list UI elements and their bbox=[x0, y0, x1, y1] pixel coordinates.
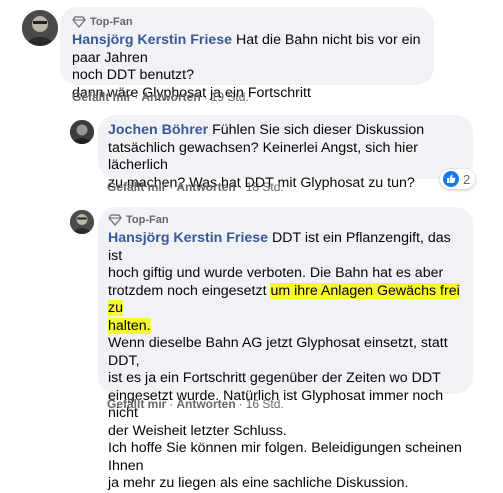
avatar[interactable] bbox=[22, 10, 58, 46]
text-line: der Weisheit letzter Schluss. bbox=[108, 422, 287, 439]
highlighted-text: halten. bbox=[108, 317, 151, 334]
text-line: Ich hoffe Sie können mir folgen. Beleidi… bbox=[108, 440, 462, 474]
text-line: hoch giftig und wurde verboten. Die Bahn… bbox=[108, 265, 444, 281]
avatar[interactable] bbox=[70, 120, 94, 144]
separator: · bbox=[169, 397, 174, 411]
timestamp[interactable]: 16 Std. bbox=[246, 397, 284, 411]
avatar[interactable] bbox=[70, 210, 94, 234]
comment-bubble: Top-Fan Hansjörg Kerstin Friese Hat die … bbox=[60, 7, 434, 101]
text-line: noch DDT benutzt? bbox=[72, 67, 194, 83]
reaction-number: 2 bbox=[463, 171, 471, 187]
timestamp[interactable]: 19 Std. bbox=[211, 90, 249, 104]
top-fan-badge: Top-Fan bbox=[108, 213, 463, 227]
text-line: ist es ja ein Fortschritt gegenüber der … bbox=[108, 370, 441, 386]
comment-actions: Gefällt mir · Antworten · 18 Std. bbox=[107, 180, 284, 194]
text-line: ja mehr zu liegen als eine sachliche Dis… bbox=[108, 475, 409, 491]
separator: · bbox=[203, 90, 208, 104]
diamond-icon bbox=[108, 214, 122, 226]
comment-actions: Gefällt mir · Antworten · 19 Std. bbox=[72, 90, 249, 104]
top-fan-badge: Top-Fan bbox=[72, 15, 422, 29]
reply-link[interactable]: Antworten bbox=[176, 180, 235, 194]
comment-bubble: Jochen Böhrer Fühlen Sie sich dieser Dis… bbox=[98, 115, 473, 191]
like-link[interactable]: Gefällt mir bbox=[72, 90, 131, 104]
text-line: tatsächlich gewachsen? Keinerlei Angst, … bbox=[108, 139, 418, 174]
badge-label: Top-Fan bbox=[90, 16, 133, 28]
text-line: Wenn dieselbe Bahn AG jetzt Glyphosat ei… bbox=[108, 335, 448, 369]
text-line: trotzdem noch eingesetzt bbox=[108, 282, 271, 299]
text-line: Fühlen Sie sich dieser Diskussion bbox=[208, 122, 425, 138]
reply-link[interactable]: Antworten bbox=[141, 90, 200, 104]
timestamp[interactable]: 18 Std. bbox=[246, 180, 284, 194]
diamond-icon bbox=[72, 16, 86, 28]
separator: · bbox=[238, 180, 243, 194]
badge-label: Top-Fan bbox=[126, 214, 169, 226]
separator: · bbox=[134, 90, 139, 104]
reply-link[interactable]: Antworten bbox=[176, 397, 235, 411]
separator: · bbox=[169, 180, 174, 194]
author-name[interactable]: Hansjörg Kerstin Friese bbox=[108, 230, 268, 246]
author-name[interactable]: Jochen Böhrer bbox=[108, 122, 208, 138]
comment-text: Hansjörg Kerstin Friese DDT ist ein Pfla… bbox=[108, 230, 463, 493]
separator: · bbox=[238, 397, 243, 411]
reaction-count[interactable]: 2 bbox=[440, 169, 476, 189]
like-link[interactable]: Gefällt mir bbox=[107, 397, 166, 411]
comment-bubble: Top-Fan Hansjörg Kerstin Friese DDT ist … bbox=[98, 207, 473, 491]
like-link[interactable]: Gefällt mir bbox=[107, 180, 166, 194]
author-name[interactable]: Hansjörg Kerstin Friese bbox=[72, 32, 232, 48]
thumbs-up-icon bbox=[443, 171, 459, 187]
comment-actions: Gefällt mir · Antworten · 16 Std. bbox=[107, 397, 284, 411]
